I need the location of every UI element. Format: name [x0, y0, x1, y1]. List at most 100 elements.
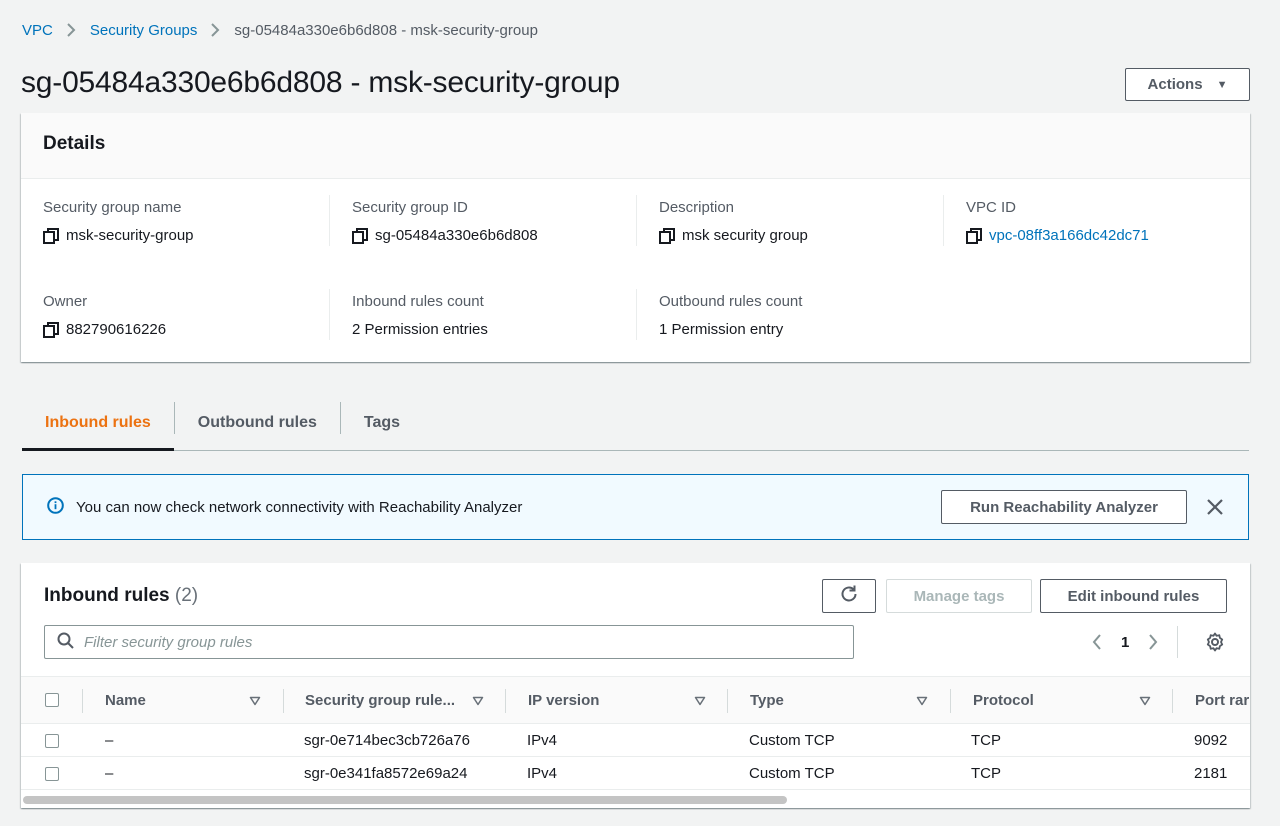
detail-label: Owner [43, 293, 88, 310]
column-divider [82, 689, 83, 713]
cell-type: Custom TCP [749, 765, 835, 782]
column-label: Protocol [973, 691, 1034, 709]
close-icon[interactable] [1204, 496, 1226, 518]
tab-tags[interactable]: Tags [341, 396, 423, 450]
copy-icon[interactable] [43, 228, 59, 244]
pagination: 1 [1087, 626, 1179, 658]
chevron-right-icon[interactable] [1143, 634, 1163, 650]
pager-divider [1177, 626, 1179, 658]
inbound-rules-panel: Inbound rules (2) Manage tags Edit inbou… [21, 563, 1250, 808]
detail-label: Outbound rules count [659, 293, 803, 310]
sort-caret-icon [916, 694, 928, 706]
detail-value: 1 Permission entry [659, 321, 784, 338]
run-reachability-analyzer-button[interactable]: Run Reachability Analyzer [941, 490, 1187, 524]
actions-button[interactable]: Actions ▼ [1125, 68, 1250, 101]
detail-label: Security group ID [352, 199, 468, 216]
horizontal-scrollbar[interactable] [23, 795, 1248, 805]
breadcrumb-current: sg-05484a330e6b6d808 - msk-security-grou… [234, 21, 538, 39]
row-checkbox[interactable] [45, 766, 59, 781]
table-row: – sgr-0e714bec3cb726a76 IPv4 Custom TCP … [21, 724, 1250, 757]
column-divider [950, 689, 951, 713]
inbound-rules-heading: Inbound rules (2) [44, 585, 198, 607]
tab-outbound-rules[interactable]: Outbound rules [175, 396, 340, 450]
cell-name: – [105, 765, 114, 782]
breadcrumb-security-groups-link[interactable]: Security Groups [90, 22, 198, 39]
chevron-left-icon[interactable] [1087, 634, 1107, 650]
column-divider [1172, 689, 1173, 713]
scrollbar-thumb[interactable] [23, 796, 787, 804]
column-header-ip-version[interactable]: IP version [528, 677, 728, 723]
table-header: Name Security group rule... IP version T… [21, 676, 1250, 724]
detail-value: 882790616226 [66, 321, 167, 338]
column-label: Security group rule... [305, 691, 456, 709]
detail-label: Inbound rules count [352, 293, 484, 310]
select-all-checkbox[interactable] [45, 693, 59, 707]
tab-bar: Inbound rules Outbound rules Tags [22, 396, 1249, 451]
page-title: sg-05484a330e6b6d808 - msk-security-grou… [21, 66, 620, 99]
column-header-port-range[interactable]: Port rar [1195, 677, 1250, 723]
copy-icon[interactable] [966, 228, 982, 244]
column-header-rule-id[interactable]: Security group rule... [305, 677, 505, 723]
cell-protocol: TCP [971, 732, 1001, 749]
select-all-cell [45, 677, 59, 723]
detail-label: Security group name [43, 199, 182, 216]
details-heading: Details [43, 133, 106, 154]
info-banner: You can now check network connectivity w… [22, 474, 1249, 540]
column-header-type[interactable]: Type [750, 677, 950, 723]
refresh-button[interactable] [822, 579, 876, 613]
filter-input[interactable] [84, 633, 824, 651]
tab-inbound-rules[interactable]: Inbound rules [22, 396, 174, 451]
cell-ip-version: IPv4 [527, 732, 558, 749]
detail-value-row: 882790616226 [43, 320, 323, 340]
cell-port-range: 9092 [1194, 732, 1228, 749]
cell-rule-id: sgr-0e714bec3cb726a76 [304, 732, 470, 749]
edit-inbound-rules-button[interactable]: Edit inbound rules [1040, 579, 1227, 613]
column-label: Port rar [1195, 691, 1250, 709]
detail-value-row: 1 Permission entry [659, 320, 916, 340]
current-page[interactable]: 1 [1121, 634, 1129, 651]
manage-tags-button[interactable]: Manage tags [886, 579, 1032, 613]
vpc-id-link[interactable]: vpc-08ff3a166dc42dc71 [989, 226, 1149, 246]
chevron-right-icon [211, 23, 220, 37]
info-message: You can now check network connectivity w… [76, 498, 523, 516]
sort-caret-icon [694, 694, 706, 706]
detail-value-row: msk security group [659, 226, 916, 246]
row-checkbox[interactable] [45, 733, 59, 748]
detail-value-row: vpc-08ff3a166dc42dc71 [966, 226, 1223, 246]
cell-ip-version: IPv4 [527, 765, 558, 782]
copy-icon[interactable] [43, 322, 59, 338]
detail-security-group-id: Security group ID sg-05484a330e6b6d808 [329, 195, 609, 246]
details-panel: Details Security group name msk-security… [21, 113, 1250, 362]
inbound-rules-title: Inbound rules [44, 585, 170, 606]
copy-icon[interactable] [352, 228, 368, 244]
cell-name: – [105, 732, 114, 749]
inbound-rules-count: (2) [174, 585, 199, 606]
chevron-right-icon [67, 23, 76, 37]
detail-value-row: msk-security-group [43, 226, 323, 246]
breadcrumb: VPC Security Groups sg-05484a330e6b6d808… [22, 19, 538, 41]
detail-label: VPC ID [966, 199, 1017, 216]
detail-security-group-name: Security group name msk-security-group [43, 198, 323, 246]
detail-label: Description [659, 199, 735, 216]
column-divider [727, 689, 728, 713]
breadcrumb-vpc-link[interactable]: VPC [22, 22, 53, 39]
column-header-protocol[interactable]: Protocol [973, 677, 1173, 723]
column-divider [283, 689, 284, 713]
sort-caret-icon [249, 694, 261, 706]
detail-value: msk security group [682, 227, 808, 244]
filter-field[interactable] [44, 625, 854, 659]
detail-description: Description msk security group [636, 195, 916, 246]
cell-rule-id: sgr-0e341fa8572e69a24 [304, 765, 468, 782]
sort-caret-icon [472, 694, 484, 706]
detail-vpc-id: VPC ID vpc-08ff3a166dc42dc71 [943, 195, 1223, 246]
gear-icon[interactable] [1204, 631, 1226, 653]
cell-type: Custom TCP [749, 732, 835, 749]
detail-inbound-rules-count: Inbound rules count 2 Permission entries [329, 289, 609, 340]
cell-port-range: 2181 [1194, 765, 1228, 782]
column-divider [505, 689, 506, 713]
copy-icon[interactable] [659, 228, 675, 244]
cell-protocol: TCP [971, 765, 1001, 782]
actions-label: Actions [1147, 76, 1203, 93]
column-header-name[interactable]: Name [105, 677, 285, 723]
column-label: Name [105, 691, 146, 709]
